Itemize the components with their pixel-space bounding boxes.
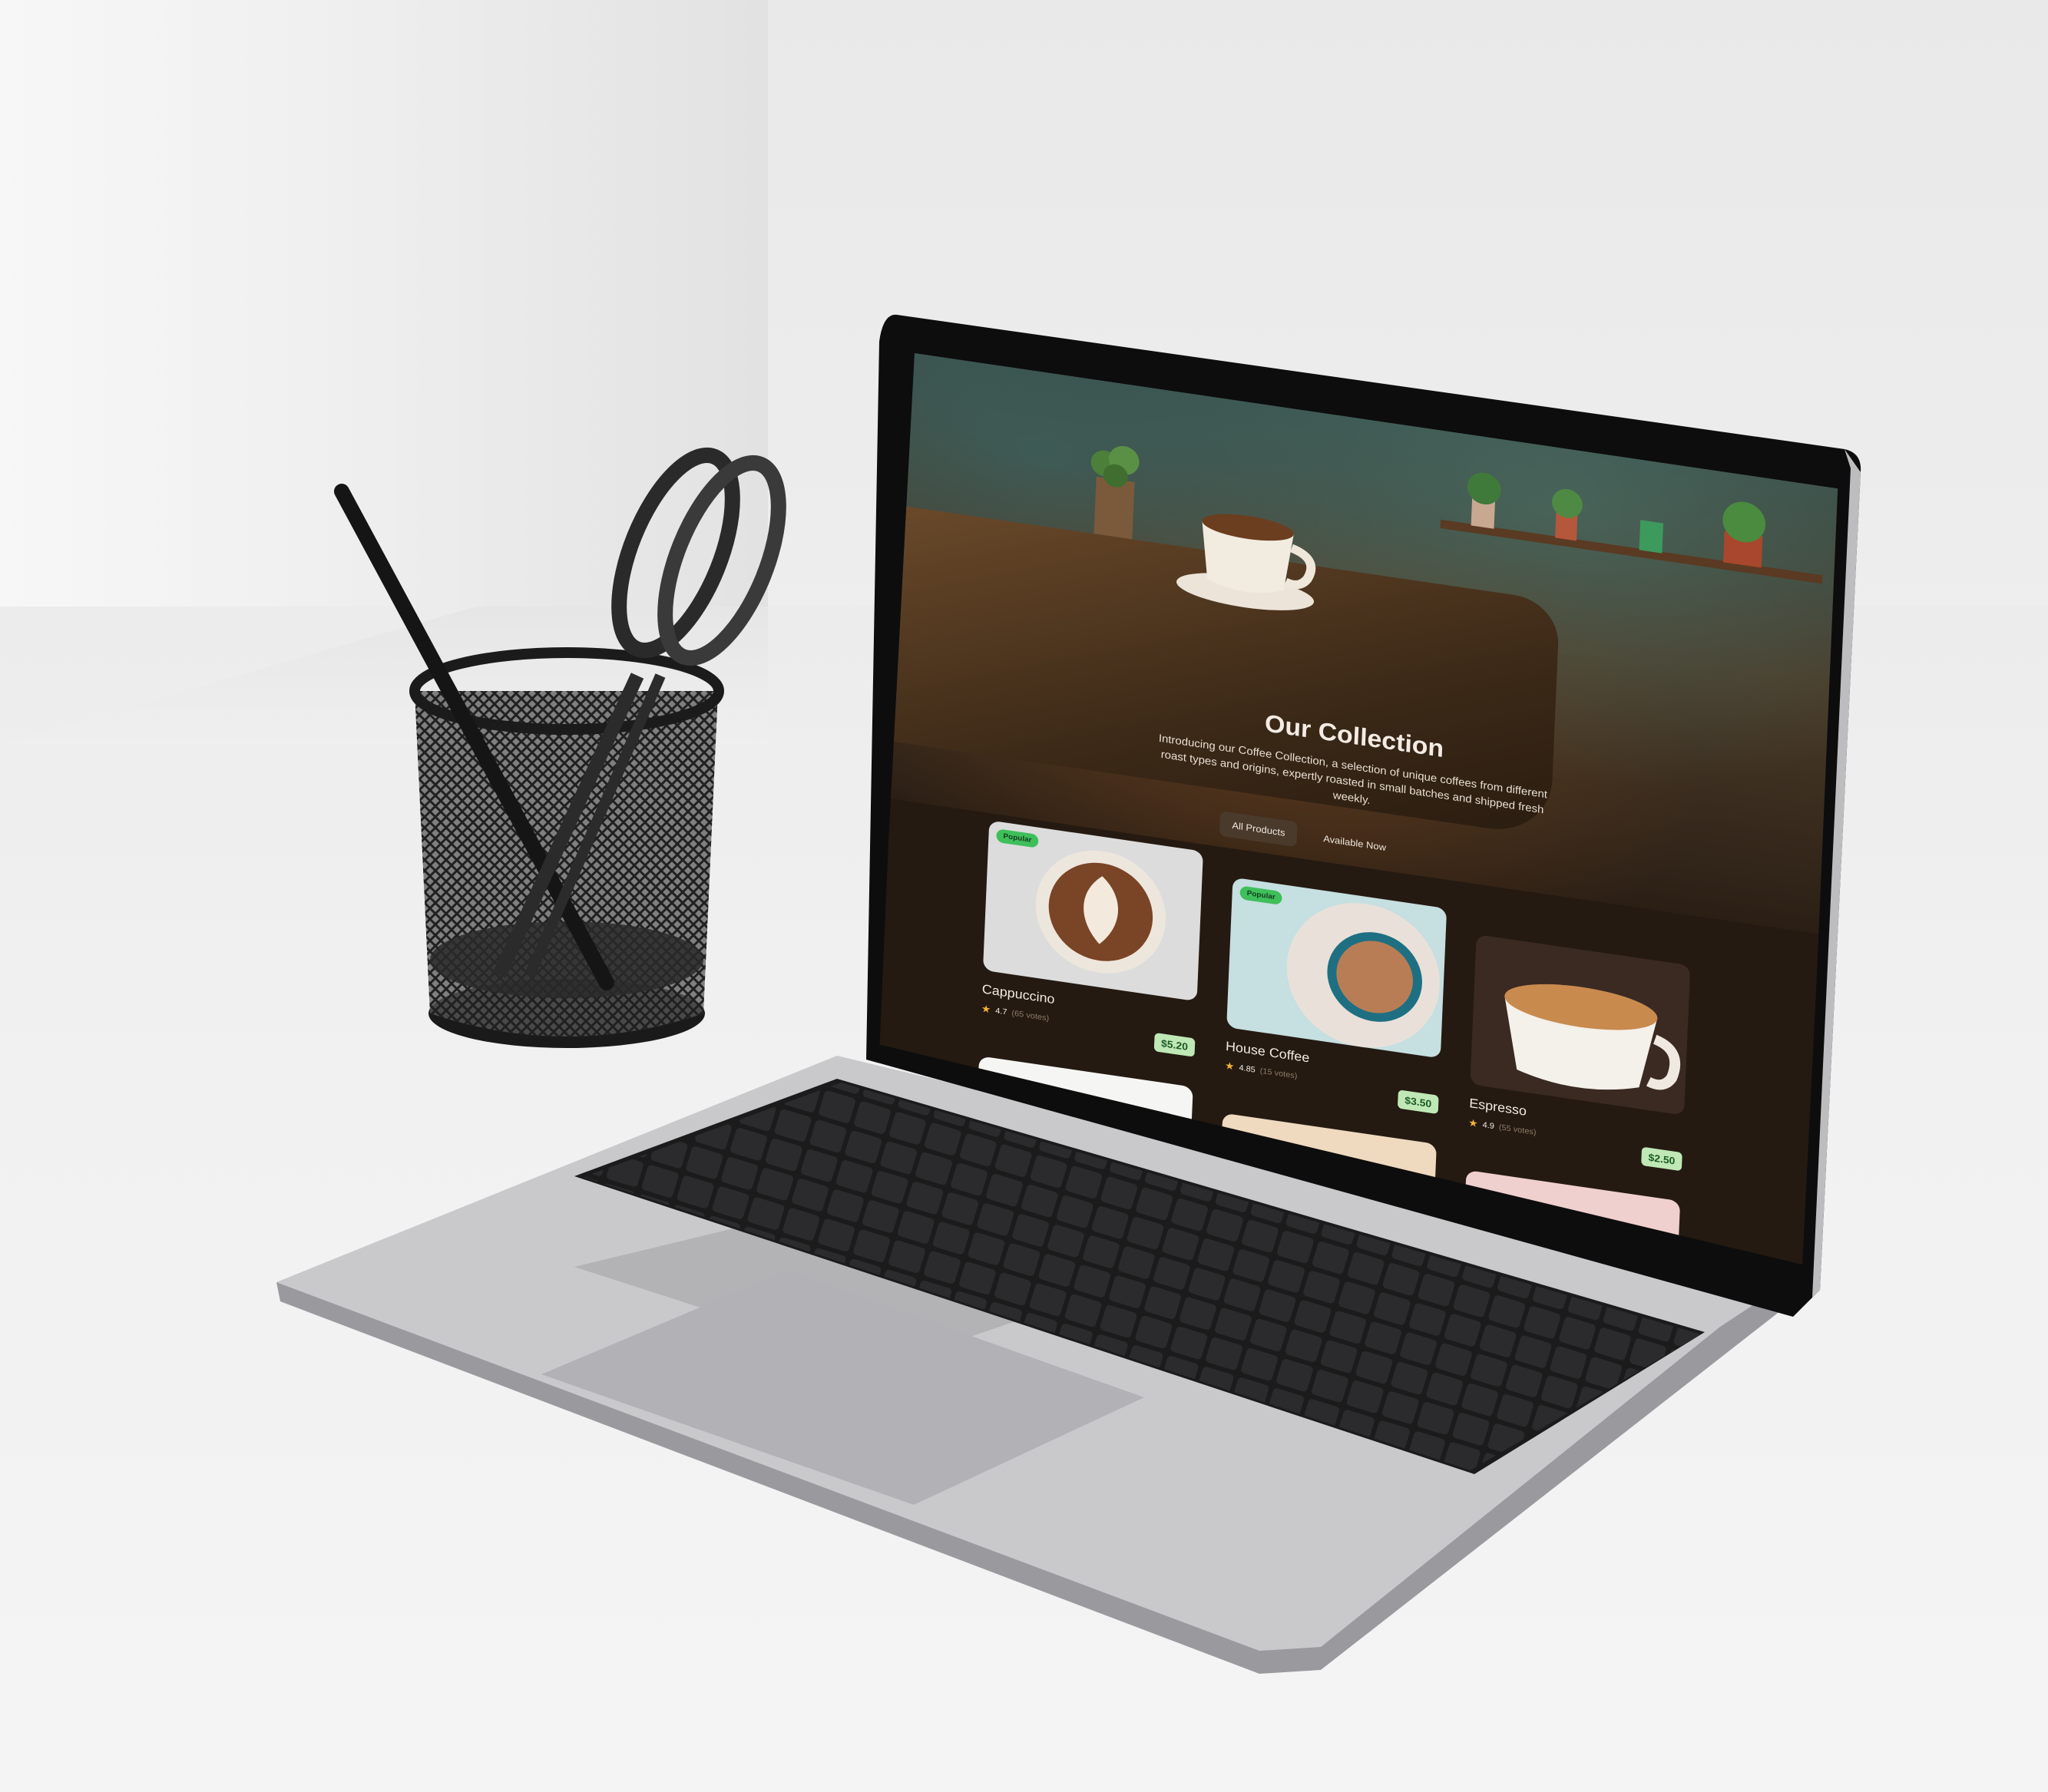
- rating-value: 4.85: [1239, 1063, 1256, 1075]
- product-card-house-coffee[interactable]: Popular House Coffee ★ 4.85 (15 votes) $…: [1224, 877, 1447, 1115]
- star-icon: ★: [1224, 1059, 1235, 1073]
- star-icon: ★: [981, 1002, 991, 1016]
- star-icon: ★: [1467, 1116, 1479, 1129]
- vote-count: (65 votes): [1011, 1008, 1050, 1023]
- product-card-cappuccino[interactable]: Popular Cappuccino ★ 4.7 (65 votes) $5.2…: [981, 820, 1203, 1057]
- product-image: Popular: [1226, 877, 1447, 1059]
- rating-value: 4.7: [995, 1006, 1007, 1017]
- vote-count: (15 votes): [1259, 1066, 1298, 1081]
- product-image: [1470, 934, 1691, 1116]
- rating-value: 4.9: [1482, 1120, 1495, 1131]
- vote-count: (55 votes): [1498, 1122, 1537, 1137]
- plant-image: [1090, 445, 1140, 540]
- product-card-espresso[interactable]: Espresso ★ 4.9 (55 votes) $2.50: [1467, 934, 1691, 1172]
- coffee-cup-image: [1176, 514, 1316, 610]
- product-image: Popular: [982, 820, 1203, 1002]
